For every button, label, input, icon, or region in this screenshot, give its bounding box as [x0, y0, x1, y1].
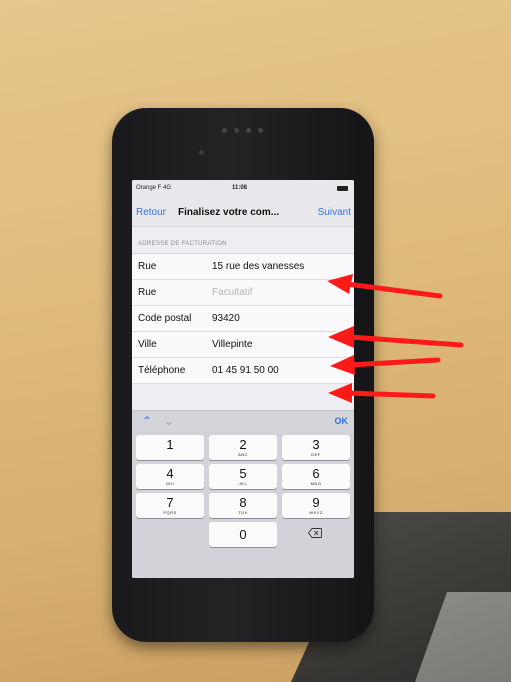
key-letters: PQRS	[163, 510, 177, 515]
street-2-field[interactable]: Rue Facultatif	[132, 280, 354, 306]
section-header: ADRESSE DE FACTURATION	[132, 227, 354, 253]
front-camera	[199, 150, 204, 155]
ok-button[interactable]: OK	[335, 416, 349, 426]
chevron-up-icon[interactable]: ⌃	[142, 414, 152, 428]
field-placeholder[interactable]: Facultatif	[212, 287, 253, 298]
billing-address-form: Rue 15 rue des vanesses Rue Facultatif C…	[132, 253, 354, 384]
red-arrow-1	[327, 274, 443, 299]
key-digit: 3	[312, 437, 320, 452]
phone-field[interactable]: Téléphone 01 45 91 50 00	[132, 358, 354, 384]
key-digit: 5	[239, 466, 247, 481]
key-letters: ABC	[238, 452, 248, 457]
red-arrow-3	[330, 355, 441, 375]
key-digit: 2	[239, 437, 247, 452]
postal-code-field[interactable]: Code postal 93420	[132, 306, 354, 332]
key-3[interactable]: 3 DEF	[282, 435, 350, 460]
red-arrow-4	[328, 383, 436, 403]
next-button[interactable]: Suivant	[318, 207, 351, 218]
key-digit: 6	[312, 466, 320, 481]
page-title: Finalisez votre com...	[178, 207, 280, 218]
key-digit: 1	[166, 437, 174, 452]
keyboard-accessory-bar: ⌃ ⌄ OK	[132, 410, 354, 433]
key-letters: WXYZ	[309, 510, 323, 515]
chevron-down-icon[interactable]: ⌄	[164, 414, 174, 428]
key-0[interactable]: 0	[209, 522, 277, 547]
key-8[interactable]: 8 TUV	[209, 493, 277, 518]
city-field[interactable]: Ville Villepinte	[132, 332, 354, 358]
field-label: Rue	[138, 287, 157, 298]
key-9[interactable]: 9 WXYZ	[282, 493, 350, 518]
key-7[interactable]: 7 PQRS	[136, 493, 204, 518]
field-value[interactable]: 01 45 91 50 00	[212, 365, 279, 376]
status-bar: Orange F 4G 11:08	[132, 180, 354, 198]
clock: 11:08	[232, 185, 248, 191]
key-digit: 7	[166, 495, 174, 510]
key-5[interactable]: 5 JKL	[209, 464, 277, 489]
speaker-grille	[216, 128, 270, 138]
key-letters: DEF	[311, 452, 321, 457]
delete-key[interactable]	[282, 522, 350, 547]
key-digit: 0	[239, 527, 247, 542]
key-6[interactable]: 6 MNO	[282, 464, 350, 489]
back-button[interactable]: Retour	[136, 207, 166, 218]
key-letters: JKL	[238, 481, 248, 486]
field-label: Ville	[138, 339, 157, 350]
field-value[interactable]: 93420	[212, 313, 240, 324]
key-2[interactable]: 2 ABC	[209, 435, 277, 460]
navigation-bar: Retour Finalisez votre com... Suivant	[132, 198, 354, 227]
numeric-keypad: 1 2 ABC 3 DEF 4 GHI 5 JKL 6 MNO 7 PQRS 8…	[132, 432, 354, 578]
photo-background: Orange F 4G 11:08 Retour Finalisez votre…	[0, 0, 511, 682]
key-letters: MNO	[310, 481, 322, 486]
key-letters: TUV	[238, 510, 248, 515]
key-1[interactable]: 1	[136, 435, 204, 460]
red-arrow-2	[328, 326, 464, 348]
field-label: Téléphone	[138, 365, 186, 376]
key-digit: 8	[239, 495, 247, 510]
field-value[interactable]: 15 rue des vanesses	[212, 261, 304, 272]
key-letters: GHI	[165, 481, 175, 486]
key-digit: 9	[312, 495, 320, 510]
key-4[interactable]: 4 GHI	[136, 464, 204, 489]
street-field[interactable]: Rue 15 rue des vanesses	[132, 254, 354, 280]
field-label: Rue	[138, 261, 157, 272]
battery-icon	[337, 186, 348, 191]
section-header-label: ADRESSE DE FACTURATION	[138, 241, 227, 247]
carrier-label: Orange F 4G	[136, 185, 172, 191]
backspace-icon	[308, 528, 322, 538]
field-value[interactable]: Villepinte	[212, 339, 252, 350]
key-digit: 4	[166, 466, 174, 481]
field-label: Code postal	[138, 313, 192, 324]
phone-screen: Orange F 4G 11:08 Retour Finalisez votre…	[132, 180, 354, 578]
